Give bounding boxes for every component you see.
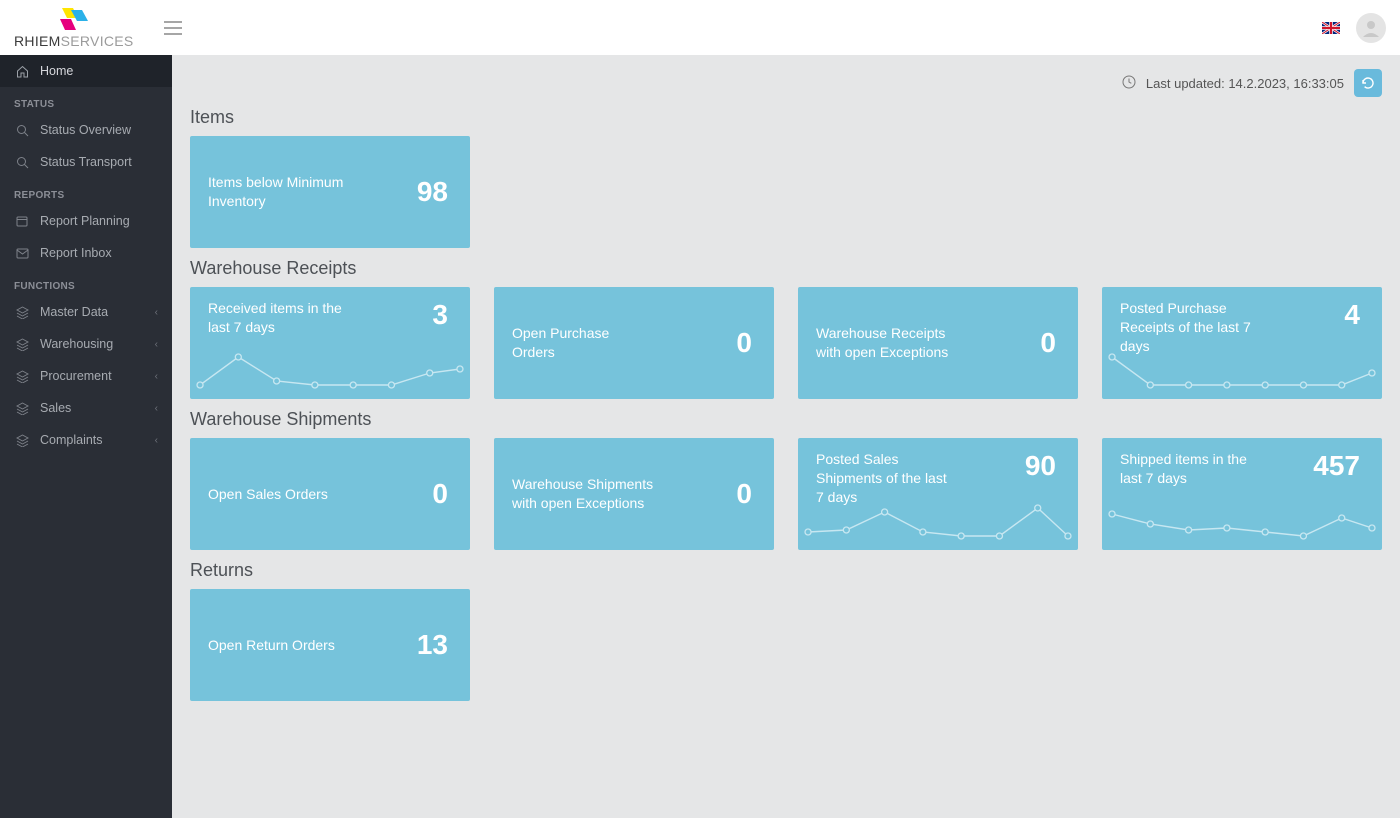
sparkline-chart: [802, 502, 1074, 544]
card-label: Open Return Orders: [208, 636, 335, 655]
card-items-below-min[interactable]: Items below Minimum Inventory 98: [190, 136, 470, 248]
avatar-icon: [1360, 17, 1382, 39]
layers-icon: [14, 338, 30, 351]
calendar-icon: [14, 215, 30, 227]
card-value: 13: [417, 629, 452, 661]
sidebar-section-reports: REPORTS: [0, 178, 172, 205]
sidebar-label-home: Home: [40, 64, 158, 78]
sidebar-item-status-transport[interactable]: Status Transport: [0, 146, 172, 178]
sidebar-label-report-planning: Report Planning: [40, 214, 158, 228]
uk-flag-icon: [1322, 22, 1340, 34]
card-label: Warehouse Shipments with open Exceptions: [512, 475, 654, 513]
logo-icon: [58, 6, 90, 32]
card-value: 0: [736, 478, 756, 510]
chevron-left-icon: ‹: [155, 339, 158, 350]
sparkline-chart: [194, 351, 466, 393]
card-value: 3: [432, 299, 452, 331]
sidebar-label-complaints: Complaints: [40, 433, 155, 447]
user-avatar[interactable]: [1356, 13, 1386, 43]
card-posted-sales-7d[interactable]: Posted Sales Shipments of the last 7 day…: [798, 438, 1078, 550]
chevron-left-icon: ‹: [155, 307, 158, 318]
section-title-returns: Returns: [190, 560, 1382, 581]
last-updated-row: Last updated: 14.2.2023, 16:33:05: [190, 69, 1382, 97]
sidebar-item-procurement[interactable]: Procurement ‹: [0, 360, 172, 392]
hamburger-menu-button[interactable]: [159, 14, 187, 42]
card-label: Received items in the last 7 days: [208, 299, 350, 337]
sidebar-section-functions: FUNCTIONS: [0, 269, 172, 296]
sidebar-label-warehousing: Warehousing: [40, 337, 155, 351]
chevron-left-icon: ‹: [155, 371, 158, 382]
sidebar-label-status-transport: Status Transport: [40, 155, 158, 169]
card-value: 98: [417, 176, 452, 208]
card-shipped-items-7d[interactable]: Shipped items in the last 7 days 457: [1102, 438, 1382, 550]
section-title-warehouse-shipments: Warehouse Shipments: [190, 409, 1382, 430]
card-label: Posted Purchase Receipts of the last 7 d…: [1120, 299, 1262, 356]
sidebar-item-master-data[interactable]: Master Data ‹: [0, 296, 172, 328]
brand-logo[interactable]: RHIEMSERVICES: [14, 6, 134, 49]
card-open-purchase-orders[interactable]: Open Purchase Orders 0: [494, 287, 774, 399]
layers-icon: [14, 306, 30, 319]
last-updated-text: Last updated: 14.2.2023, 16:33:05: [1146, 76, 1344, 91]
card-value: 90: [1025, 450, 1060, 482]
layers-icon: [14, 370, 30, 383]
sidebar: Home STATUS Status Overview Status Trans…: [0, 55, 172, 818]
card-value: 0: [432, 478, 452, 510]
sidebar-item-report-inbox[interactable]: Report Inbox: [0, 237, 172, 269]
sidebar-item-complaints[interactable]: Complaints ‹: [0, 424, 172, 456]
layers-icon: [14, 434, 30, 447]
card-receipts-open-exceptions[interactable]: Warehouse Receipts with open Exceptions …: [798, 287, 1078, 399]
topbar: RHIEMSERVICES: [0, 0, 1400, 55]
hamburger-icon: [164, 21, 182, 35]
chevron-left-icon: ‹: [155, 403, 158, 414]
mail-icon: [14, 248, 30, 259]
main-content: Last updated: 14.2.2023, 16:33:05 Items …: [172, 55, 1400, 818]
language-flag-uk[interactable]: [1322, 22, 1340, 34]
sidebar-item-home[interactable]: Home: [0, 55, 172, 87]
layers-icon: [14, 402, 30, 415]
sparkline-chart: [1106, 502, 1378, 544]
search-icon: [14, 124, 30, 137]
sidebar-label-status-overview: Status Overview: [40, 123, 158, 137]
search-icon: [14, 156, 30, 169]
sidebar-item-warehousing[interactable]: Warehousing ‹: [0, 328, 172, 360]
sidebar-item-report-planning[interactable]: Report Planning: [0, 205, 172, 237]
sidebar-label-sales: Sales: [40, 401, 155, 415]
card-label: Items below Minimum Inventory: [208, 173, 350, 211]
card-label: Open Sales Orders: [208, 485, 328, 504]
card-label: Warehouse Receipts with open Exceptions: [816, 324, 958, 362]
refresh-button[interactable]: [1354, 69, 1382, 97]
card-posted-purchase-7d[interactable]: Posted Purchase Receipts of the last 7 d…: [1102, 287, 1382, 399]
card-label: Shipped items in the last 7 days: [1120, 450, 1262, 488]
card-shipments-open-exceptions[interactable]: Warehouse Shipments with open Exceptions…: [494, 438, 774, 550]
card-value: 4: [1344, 299, 1364, 331]
chevron-left-icon: ‹: [155, 435, 158, 446]
sidebar-label-report-inbox: Report Inbox: [40, 246, 158, 260]
card-open-sales-orders[interactable]: Open Sales Orders 0: [190, 438, 470, 550]
card-received-items-7d[interactable]: Received items in the last 7 days 3: [190, 287, 470, 399]
card-value: 0: [1040, 327, 1060, 359]
sidebar-item-status-overview[interactable]: Status Overview: [0, 114, 172, 146]
card-label: Open Purchase Orders: [512, 324, 654, 362]
sparkline-chart: [1106, 351, 1378, 393]
sidebar-label-master-data: Master Data: [40, 305, 155, 319]
refresh-icon: [1360, 75, 1376, 91]
section-title-warehouse-receipts: Warehouse Receipts: [190, 258, 1382, 279]
sidebar-item-sales[interactable]: Sales ‹: [0, 392, 172, 424]
sidebar-label-procurement: Procurement: [40, 369, 155, 383]
card-value: 457: [1313, 450, 1364, 482]
section-title-items: Items: [190, 107, 1382, 128]
clock-icon: [1122, 75, 1136, 92]
brand-name: RHIEMSERVICES: [14, 33, 134, 49]
card-label: Posted Sales Shipments of the last 7 day…: [816, 450, 958, 507]
sidebar-section-status: STATUS: [0, 87, 172, 114]
card-open-return-orders[interactable]: Open Return Orders 13: [190, 589, 470, 701]
home-icon: [14, 65, 30, 78]
card-value: 0: [736, 327, 756, 359]
